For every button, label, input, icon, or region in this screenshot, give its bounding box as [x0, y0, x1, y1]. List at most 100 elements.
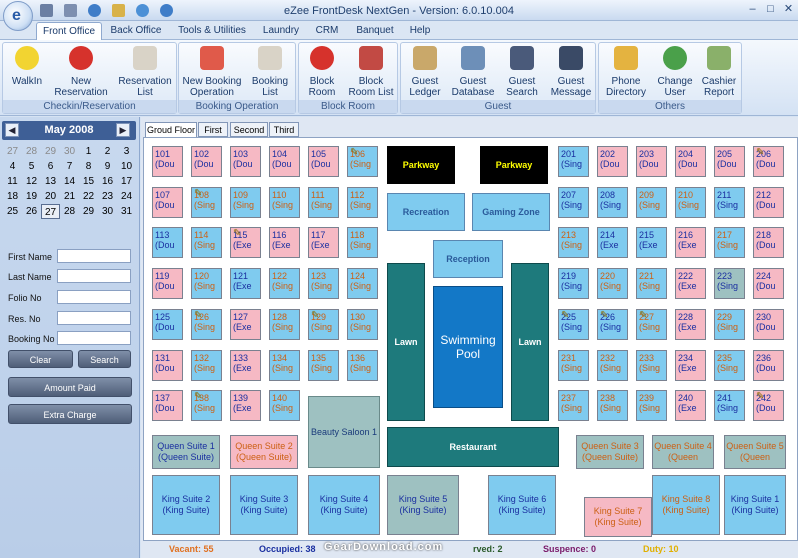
room-128[interactable]: 128 (Sing — [269, 308, 300, 340]
room-106[interactable]: 106 (Sing ✎ — [347, 146, 378, 177]
room-214[interactable]: 214 (Exe — [597, 227, 628, 259]
room-115[interactable]: 115 (Exe ✎ — [230, 227, 261, 259]
calendar-day[interactable]: 17 — [117, 174, 136, 189]
room-220[interactable]: 220 (Sing — [597, 268, 628, 300]
tab-front-office[interactable]: Front Office — [36, 22, 102, 40]
folio-no-input[interactable] — [57, 290, 131, 304]
room-202[interactable]: 202 (Dou — [597, 146, 628, 177]
room-207[interactable]: 207 (Sing — [558, 186, 589, 218]
suite-5[interactable]: Queen Suite 5 (Queen — [724, 435, 786, 469]
room-121[interactable]: 121 (Exe — [230, 268, 261, 300]
room-242[interactable]: 242 (Dou ✎ — [753, 390, 784, 422]
calendar-day[interactable]: 3 — [117, 144, 136, 159]
room-122[interactable]: 122 (Sing — [269, 268, 300, 300]
suite-2[interactable]: Queen Suite 2 (Queen Suite) — [230, 435, 298, 469]
calendar-day[interactable]: 1 — [79, 144, 98, 159]
room-112[interactable]: 112 (Sing — [347, 186, 378, 218]
room-120[interactable]: 120 (Sing — [191, 268, 222, 300]
minimize-button[interactable]: – — [745, 3, 760, 17]
guest-ledger-button[interactable]: Guest Ledger — [403, 45, 447, 101]
new-reservation-button[interactable]: New Reservation — [49, 45, 113, 101]
restaurant[interactable]: Restaurant — [387, 427, 559, 467]
room-201[interactable]: 201 (Sing — [558, 146, 589, 177]
suite-10[interactable]: King Suite 6 (King Suite) — [488, 475, 556, 535]
room-111[interactable]: 111 (Sing — [308, 186, 339, 218]
suite-11[interactable]: King Suite 7 (King Suite) — [584, 497, 652, 537]
calendar-day[interactable]: 28 — [22, 144, 41, 159]
booking-list-button[interactable]: Booking List — [245, 45, 295, 101]
room-116[interactable]: 116 (Exe — [269, 227, 300, 259]
room-114[interactable]: 114 (Sing — [191, 227, 222, 259]
room-127[interactable]: 127 (Exe — [230, 308, 261, 340]
room-113[interactable]: 113 (Dou — [152, 227, 183, 259]
recreation[interactable]: Recreation — [387, 193, 465, 231]
room-108[interactable]: 108 (Sing ✎ — [191, 186, 222, 218]
tab-first-floor[interactable]: First — [198, 122, 228, 137]
room-133[interactable]: 133 (Exe — [230, 349, 261, 381]
parkway-2[interactable]: Parkway — [480, 146, 548, 184]
room-110[interactable]: 110 (Sing — [269, 186, 300, 218]
suite-4[interactable]: Queen Suite 4 (Queen — [652, 435, 714, 469]
calendar-day[interactable]: 24 — [117, 189, 136, 204]
suite-9[interactable]: King Suite 5 (King Suite) — [387, 475, 459, 535]
room-119[interactable]: 119 (Dou — [152, 268, 183, 300]
gaming-zone[interactable]: Gaming Zone — [472, 193, 550, 231]
room-209[interactable]: 209 (Sing — [636, 186, 667, 218]
room-105[interactable]: 105 (Dou — [308, 146, 339, 177]
calendar-day[interactable]: 29 — [41, 144, 60, 159]
tab-banquet[interactable]: Banquet — [350, 22, 400, 40]
room-216[interactable]: 216 (Exe — [675, 227, 706, 259]
calendar-next-button[interactable]: ▶ — [116, 123, 130, 137]
room-124[interactable]: 124 (Sing — [347, 268, 378, 300]
calendar-day[interactable]: 26 — [22, 204, 41, 219]
room-140[interactable]: 140 (Sing — [269, 390, 300, 422]
calendar-day[interactable]: 20 — [41, 189, 60, 204]
calendar-day[interactable]: 2 — [98, 144, 117, 159]
reservation-list-button[interactable]: Reservation List — [113, 45, 177, 101]
tab-ground-floor[interactable]: Groud Floor — [145, 122, 197, 138]
calendar-day[interactable]: 15 — [79, 174, 98, 189]
block-room-button[interactable]: Block Room — [301, 45, 343, 101]
room-103[interactable]: 103 (Dou — [230, 146, 261, 177]
room-217[interactable]: 217 (Sing — [714, 227, 745, 259]
room-233[interactable]: 233 (Sing — [636, 349, 667, 381]
search-button[interactable]: Search — [78, 350, 131, 368]
calendar-day[interactable]: 19 — [22, 189, 41, 204]
suite-12[interactable]: King Suite 8 (King Suite) — [652, 475, 720, 535]
room-212[interactable]: 212 (Dou — [753, 186, 784, 218]
walkin-button[interactable]: WalkIn — [5, 45, 49, 101]
tab-tools-utilities[interactable]: Tools & Utilities — [172, 22, 252, 40]
last-name-input[interactable] — [57, 269, 131, 283]
room-139[interactable]: 139 (Exe — [230, 390, 261, 422]
tab-crm[interactable]: CRM — [308, 22, 346, 40]
room-224[interactable]: 224 (Dou — [753, 268, 784, 300]
calendar-day[interactable]: 10 — [117, 159, 136, 174]
room-117[interactable]: 117 (Exe — [308, 227, 339, 259]
lawn-1[interactable]: Lawn — [387, 263, 425, 421]
calendar-day[interactable]: 4 — [3, 159, 22, 174]
room-107[interactable]: 107 (Dou — [152, 186, 183, 218]
reception[interactable]: Reception — [433, 240, 503, 278]
tab-second-floor[interactable]: Second — [230, 122, 268, 137]
guest-database-button[interactable]: Guest Database — [449, 45, 497, 101]
calendar-day[interactable]: 21 — [60, 189, 79, 204]
room-203[interactable]: 203 (Dou — [636, 146, 667, 177]
phone-directory-button[interactable]: Phone Directory — [601, 45, 651, 101]
change-user-button[interactable]: Change User — [653, 45, 697, 101]
calendar-day[interactable]: 7 — [60, 159, 79, 174]
suite-7[interactable]: King Suite 3 (King Suite) — [230, 475, 298, 535]
room-219[interactable]: 219 (Sing — [558, 268, 589, 300]
cashier-report-button[interactable]: Cashier Report — [697, 45, 741, 101]
tab-laundry[interactable]: Laundry — [258, 22, 304, 40]
booking-no-input[interactable] — [57, 331, 131, 345]
calendar-day[interactable]: 9 — [98, 159, 117, 174]
room-226[interactable]: 226 (Sing ✎ — [597, 308, 628, 340]
room-231[interactable]: 231 (Sing — [558, 349, 589, 381]
calendar-day[interactable]: 29 — [79, 204, 98, 219]
extra-charge-button[interactable]: Extra Charge — [8, 404, 132, 424]
calendar-day[interactable]: 27 — [41, 204, 60, 219]
room-227[interactable]: 227 (Sing ✎ — [636, 308, 667, 340]
suite-6[interactable]: King Suite 2 (King Suite) — [152, 475, 220, 535]
lawn-2[interactable]: Lawn — [511, 263, 549, 421]
room-205[interactable]: 205 (Dou — [714, 146, 745, 177]
